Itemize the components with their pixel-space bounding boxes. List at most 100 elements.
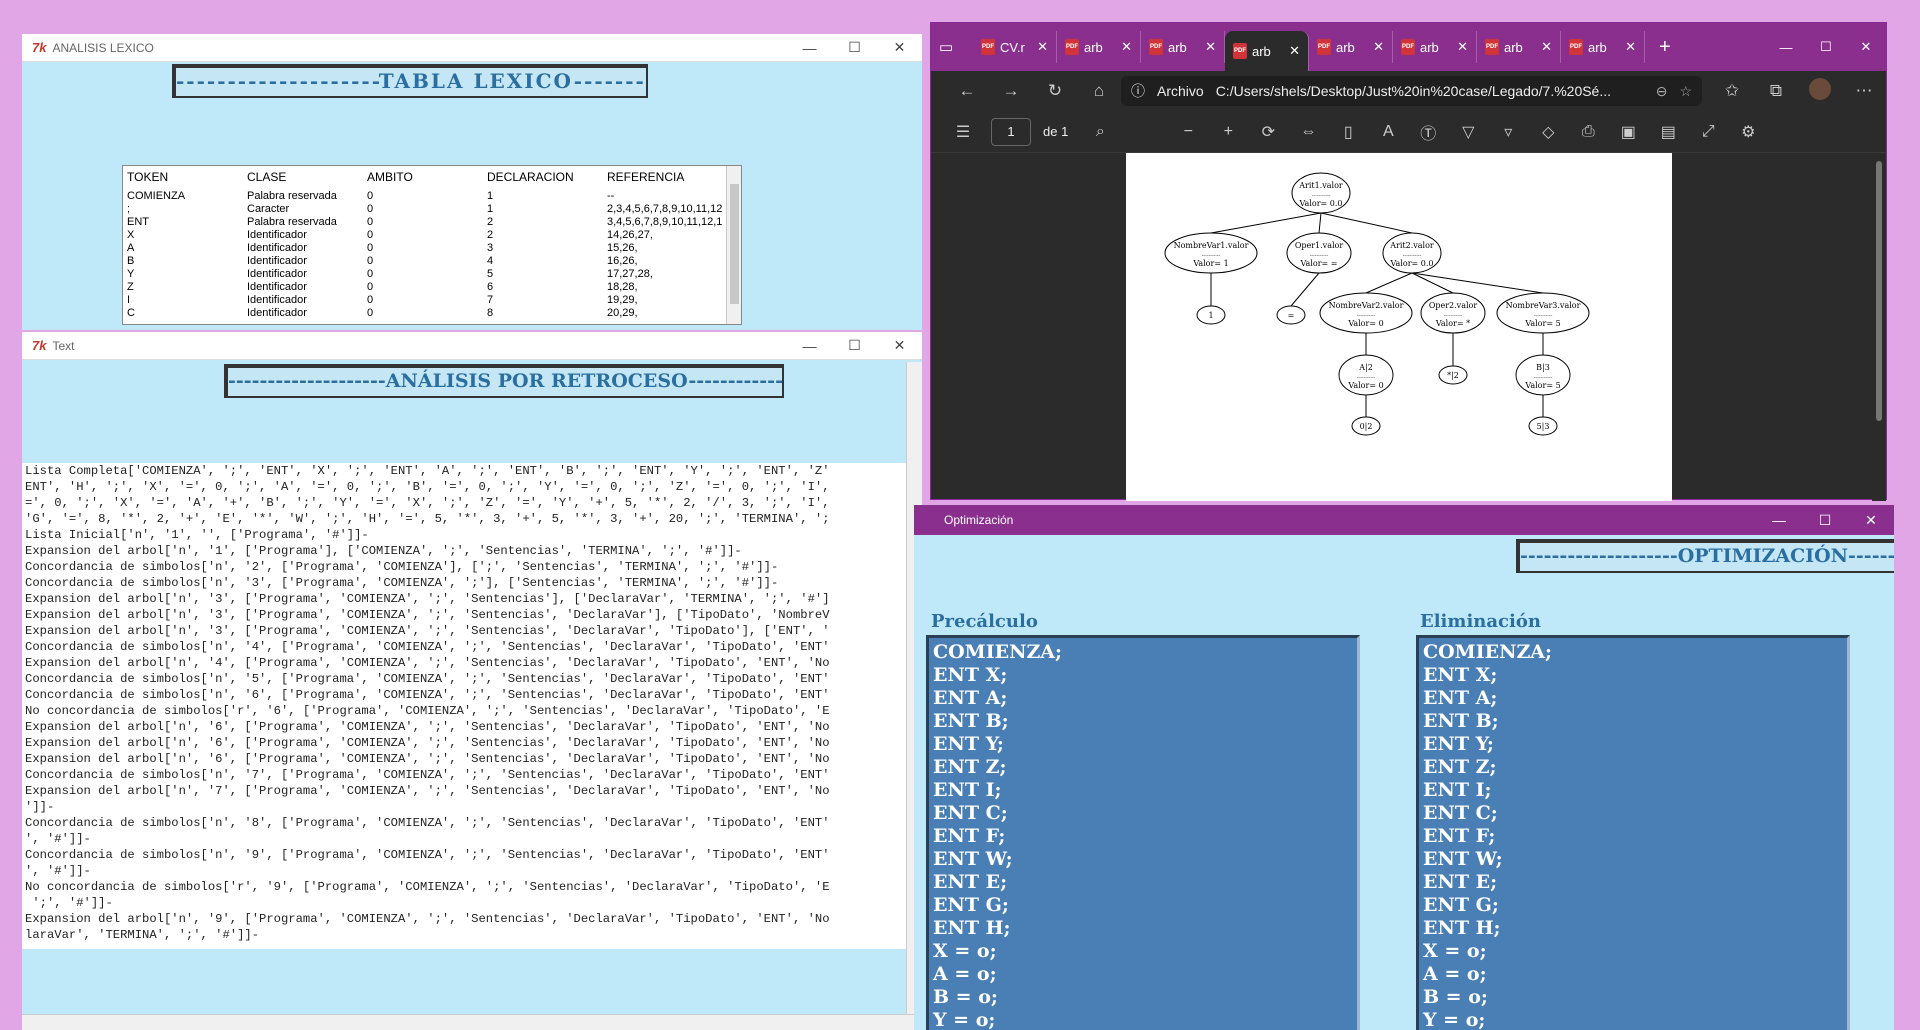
print-icon[interactable]: ⎙ bbox=[1568, 123, 1608, 141]
pdf-scrollbar[interactable] bbox=[1872, 153, 1886, 501]
maximize-button[interactable]: ☐ bbox=[832, 39, 877, 56]
browser-tab[interactable]: PDF arb ✕ bbox=[1309, 31, 1393, 63]
output-line: Concordancia de simbolos['n', '5', ['Pro… bbox=[25, 672, 830, 686]
highlight-icon[interactable]: ▿ bbox=[1488, 122, 1528, 142]
forward-icon[interactable]: → bbox=[989, 81, 1033, 101]
fit-page-icon[interactable]: ⇔ bbox=[1288, 123, 1328, 141]
code-line: ENT H; bbox=[933, 917, 1011, 939]
page-number-input[interactable]: 1 bbox=[991, 117, 1031, 146]
avatar[interactable] bbox=[1798, 77, 1842, 105]
tree-node-label: Oper1.valor bbox=[1295, 241, 1344, 250]
table-row[interactable]: Z Identificador 0 6 18,28, bbox=[123, 281, 741, 294]
lexico-table-header: TOKEN CLASE AMBITO DECLARACION REFERENCIA bbox=[123, 166, 741, 190]
table-cell: 16,26, bbox=[607, 255, 638, 267]
browser-tab[interactable]: PDF arb ✕ bbox=[1057, 31, 1141, 63]
table-row[interactable]: B Identificador 0 4 16,26, bbox=[123, 255, 741, 268]
favorites-icon[interactable]: ✩ bbox=[1710, 81, 1754, 101]
table-row[interactable]: A Identificador 0 3 15,26, bbox=[123, 242, 741, 255]
code-line: ENT B; bbox=[933, 710, 1009, 732]
read-aloud-icon[interactable]: A bbox=[1368, 123, 1408, 141]
close-button[interactable]: ✕ bbox=[1846, 39, 1886, 55]
tab-label: arb bbox=[1084, 39, 1103, 55]
browser-tab[interactable]: PDF arb ✕ bbox=[1477, 31, 1561, 63]
tree-node-label: 5|3 bbox=[1537, 422, 1550, 431]
table-row[interactable]: I Identificador 0 7 19,29, bbox=[123, 294, 741, 307]
home-icon[interactable]: ⌂ bbox=[1077, 81, 1121, 101]
close-button[interactable]: ✕ bbox=[1848, 512, 1894, 529]
close-tab-icon[interactable]: ✕ bbox=[1541, 39, 1552, 55]
minimize-button[interactable]: — bbox=[787, 40, 832, 56]
scrollbar-thumb[interactable] bbox=[730, 184, 739, 304]
zoom-in-icon[interactable]: + bbox=[1208, 123, 1248, 141]
rotate-icon[interactable]: ⟳ bbox=[1248, 122, 1288, 142]
close-tab-icon[interactable]: ✕ bbox=[1457, 39, 1468, 55]
table-row[interactable]: C Identificador 0 8 20,29, bbox=[123, 307, 741, 320]
new-tab-icon[interactable]: + bbox=[1659, 36, 1671, 59]
lexico-titlebar[interactable]: 7k ANALISIS LEXICO — ☐ ✕ bbox=[22, 34, 922, 62]
table-row[interactable]: X Identificador 0 2 14,26,27, bbox=[123, 229, 741, 242]
browser-tab[interactable]: PDF arb ✕ bbox=[1393, 31, 1477, 63]
browser-tab[interactable]: PDF CV.r ✕ bbox=[973, 31, 1057, 63]
settings-icon[interactable]: ⚙ bbox=[1728, 122, 1768, 142]
close-button[interactable]: ✕ bbox=[877, 39, 922, 56]
output-line: Expansion del arbol['n', '3', ['Programa… bbox=[25, 608, 830, 622]
address-bar[interactable]: ⓘ Archivo C:/Users/shels/Desktop/Just%20… bbox=[1121, 76, 1702, 106]
optim-titlebar[interactable]: Optimización — ☐ ✕ bbox=[914, 505, 1894, 535]
search-icon[interactable]: ⌕ bbox=[1080, 123, 1120, 141]
table-row[interactable]: ENT Palabra reservada 0 2 3,4,5,6,7,8,9,10,1… bbox=[123, 216, 741, 229]
close-tab-icon[interactable]: ✕ bbox=[1037, 39, 1048, 55]
horizontal-scrollbar[interactable] bbox=[22, 1014, 922, 1030]
close-tab-icon[interactable]: ✕ bbox=[1289, 43, 1300, 59]
maximize-button[interactable]: ☐ bbox=[832, 337, 877, 354]
fullscreen-icon[interactable]: ⤢ bbox=[1688, 123, 1728, 141]
browser-tab[interactable]: PDF arb ✕ bbox=[1141, 31, 1225, 63]
close-tab-icon[interactable]: ✕ bbox=[1205, 39, 1216, 55]
maximize-button[interactable]: ☐ bbox=[1806, 39, 1846, 55]
close-tab-icon[interactable]: ✕ bbox=[1121, 39, 1132, 55]
page-view-icon[interactable]: ▯ bbox=[1328, 122, 1368, 142]
minimize-button[interactable]: — bbox=[787, 338, 832, 354]
back-icon[interactable]: ← bbox=[945, 81, 989, 101]
browser-window: ▭ PDF CV.r ✕ PDF arb ✕ PDF arb ✕ PDF arb ✕ PDF arb ✕ PD… bbox=[930, 22, 1887, 501]
close-tab-icon[interactable]: ✕ bbox=[1625, 39, 1636, 55]
browser-tab[interactable]: PDF arb ✕ bbox=[1561, 31, 1645, 63]
vertical-scrollbar[interactable] bbox=[726, 166, 741, 324]
table-row[interactable]: ; Caracter 0 1 2,3,4,5,6,7,8,9,10,11,12 bbox=[123, 203, 741, 216]
tab-label: arb bbox=[1420, 39, 1439, 55]
derivation-tree: Arit1.valor-----------Valor= 0.0 NombreVa… bbox=[1164, 172, 1590, 436]
maximize-button[interactable]: ☐ bbox=[1802, 512, 1848, 529]
eliminacion-text-box[interactable]: COMIENZA; ENT X; ENT A; ENT B; ENT Y; ENT Z; E… bbox=[1416, 635, 1850, 1030]
more-icon[interactable]: ⋯ bbox=[1842, 81, 1886, 101]
precalculo-text-box[interactable]: COMIENZA; ENT X; ENT A; ENT B; ENT Y; ENT Z; E… bbox=[926, 635, 1360, 1030]
save-icon[interactable]: ▣ bbox=[1608, 122, 1648, 142]
draw-icon[interactable]: ▽ bbox=[1448, 122, 1488, 142]
close-tab-icon[interactable]: ✕ bbox=[1373, 39, 1384, 55]
tree-edge bbox=[1320, 212, 1413, 234]
favorite-add-icon[interactable]: ☆ bbox=[1679, 83, 1692, 100]
minimize-button[interactable]: — bbox=[1766, 40, 1806, 55]
output-text-area[interactable]: Lista Completa['COMIENZA', ';', 'ENT', '… bbox=[22, 463, 922, 949]
contents-icon[interactable]: ☰ bbox=[943, 122, 983, 142]
collections-icon[interactable]: ⧉ bbox=[1754, 81, 1798, 101]
output-line: Expansion del arbol['n', '3', ['Programa… bbox=[25, 592, 830, 606]
table-row[interactable]: Y Identificador 0 5 17,27,28, bbox=[123, 268, 741, 281]
text-icon[interactable]: Ⓣ bbox=[1408, 120, 1448, 144]
tree-node-label: Valor= 0 bbox=[1347, 319, 1383, 328]
tab-label: arb bbox=[1504, 39, 1523, 55]
text-titlebar[interactable]: 7k Text — ☐ ✕ bbox=[22, 332, 922, 360]
tab-actions-icon[interactable]: ▭ bbox=[939, 38, 973, 56]
zoom-icon[interactable]: ⊖ bbox=[1656, 83, 1668, 100]
code-line: ENT W; bbox=[933, 848, 1013, 870]
refresh-icon[interactable]: ↻ bbox=[1033, 81, 1077, 101]
output-line: =', 0, ';', 'X', '=', 'A', '+', 'B', ';'… bbox=[25, 496, 830, 510]
save-as-icon[interactable]: ▤ bbox=[1648, 122, 1688, 142]
erase-icon[interactable]: ◇ bbox=[1528, 122, 1568, 142]
zoom-out-icon[interactable]: − bbox=[1168, 123, 1208, 141]
table-row[interactable]: COMIENZA Palabra reservada 0 1 -- bbox=[123, 190, 741, 203]
close-button[interactable]: ✕ bbox=[877, 337, 922, 354]
minimize-button[interactable]: — bbox=[1756, 512, 1802, 528]
code-line: ENT H; bbox=[1423, 917, 1501, 939]
lexico-table[interactable]: TOKEN CLASE AMBITO DECLARACION REFERENCIA CO… bbox=[122, 165, 742, 325]
browser-tab[interactable]: PDF arb ✕ bbox=[1225, 31, 1309, 71]
table-cell: Identificador bbox=[247, 281, 307, 293]
